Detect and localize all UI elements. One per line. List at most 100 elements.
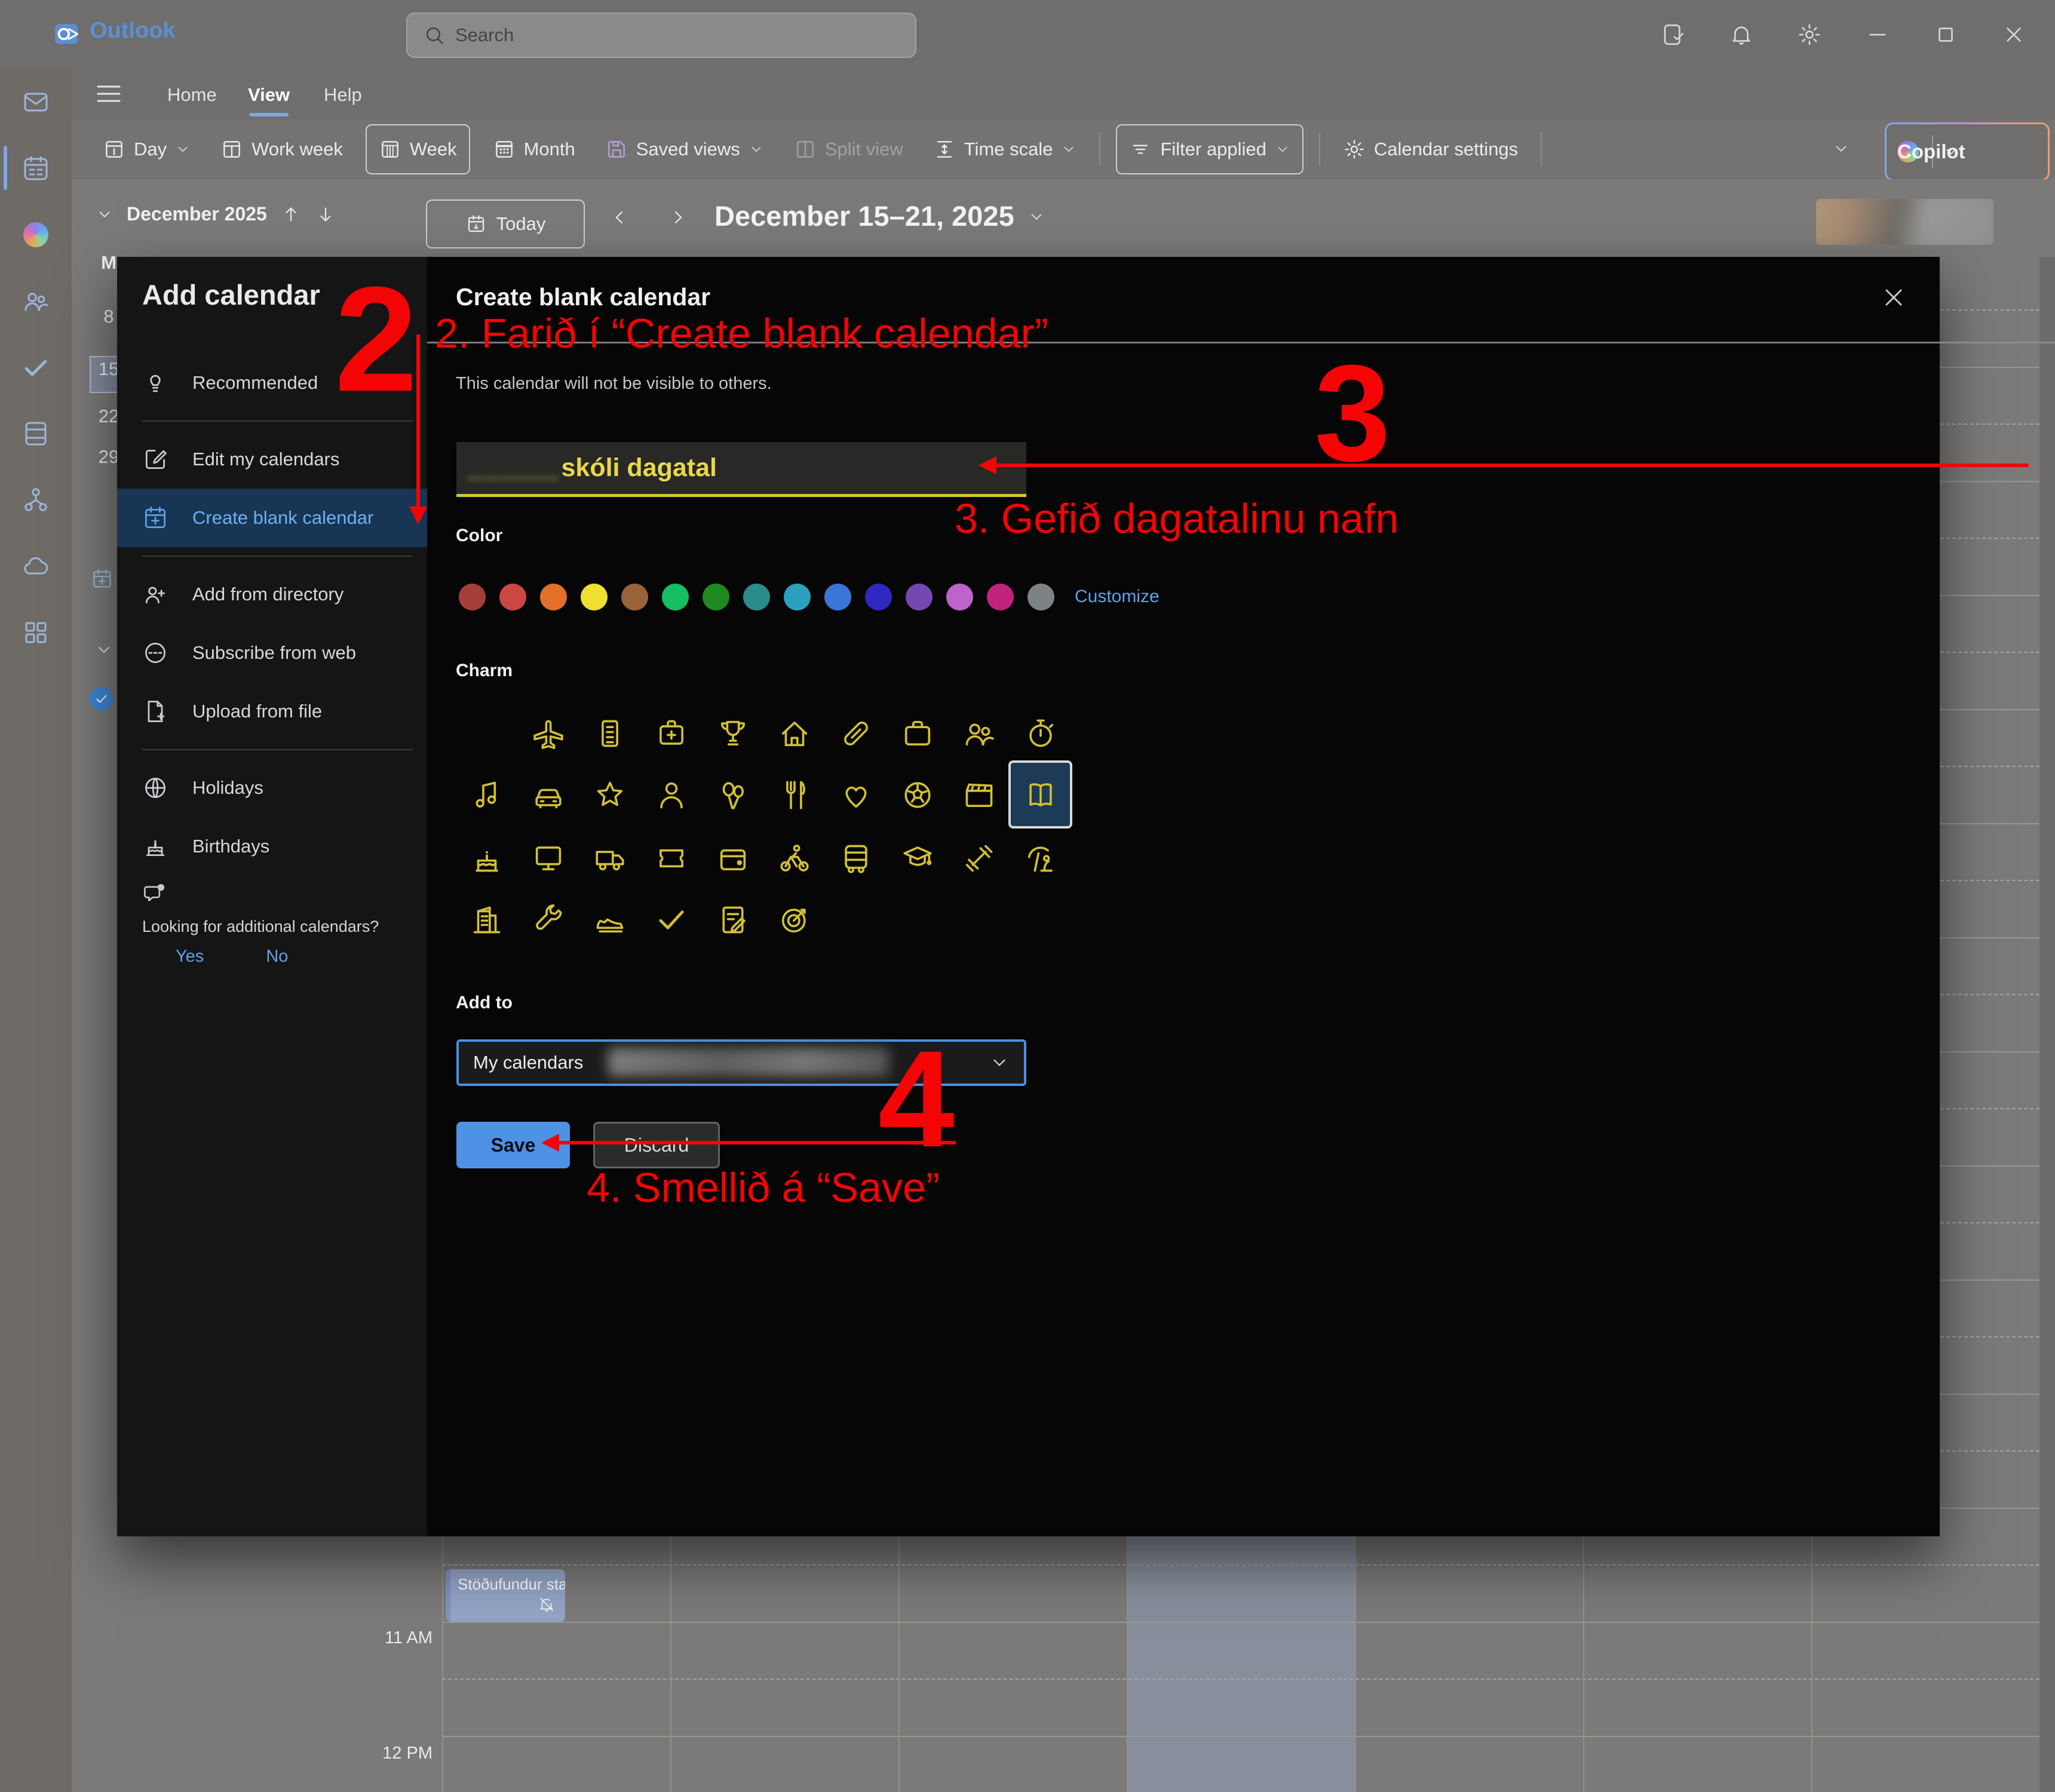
charm-clapperboard-icon[interactable] bbox=[948, 764, 1010, 826]
charm-bus-icon[interactable] bbox=[825, 827, 887, 889]
scrollbar[interactable] bbox=[2039, 257, 2055, 1792]
tab-view[interactable]: View bbox=[248, 77, 290, 113]
copilot-button[interactable]: Copilot bbox=[1885, 122, 2050, 181]
charm-star-icon[interactable] bbox=[579, 764, 640, 826]
toolbar-saved-views-button[interactable]: Saved views bbox=[598, 125, 771, 173]
charm-shoe-icon[interactable] bbox=[579, 889, 640, 950]
tab-home[interactable]: Home bbox=[167, 77, 217, 113]
color-swatch[interactable] bbox=[946, 584, 973, 610]
charm-building-icon[interactable] bbox=[456, 889, 517, 950]
charm-truck-icon[interactable] bbox=[579, 827, 640, 889]
color-swatch[interactable] bbox=[581, 584, 608, 610]
search-input[interactable]: Search bbox=[406, 13, 916, 58]
calendar-event[interactable]: Stöðufundur stafræ bbox=[446, 1569, 565, 1622]
charm-dining-icon[interactable] bbox=[763, 764, 825, 826]
customize-link[interactable]: Customize bbox=[1075, 587, 1160, 607]
charm-people-icon[interactable] bbox=[948, 702, 1010, 764]
charm-soccer-icon[interactable] bbox=[887, 764, 948, 826]
close-icon[interactable] bbox=[1879, 283, 1908, 312]
toolbar-week-button[interactable]: Week bbox=[366, 124, 470, 174]
color-swatch[interactable] bbox=[662, 584, 689, 610]
charm-car-icon[interactable] bbox=[517, 764, 579, 826]
charm-wrench-icon[interactable] bbox=[517, 889, 579, 950]
charm-ticket-icon[interactable] bbox=[640, 827, 702, 889]
charm-book-icon[interactable] bbox=[1010, 762, 1071, 827]
date-range-title[interactable]: December 15–21, 2025 bbox=[714, 200, 1045, 232]
toolbar-time-scale-button[interactable]: Time scale bbox=[926, 125, 1084, 173]
tasks-icon[interactable] bbox=[1661, 22, 1686, 47]
minimize-icon[interactable] bbox=[1865, 22, 1890, 47]
add-calendar-icon[interactable] bbox=[91, 567, 114, 590]
chevron-down-icon[interactable] bbox=[96, 205, 114, 223]
discard-button[interactable]: Discard bbox=[593, 1122, 720, 1168]
charm-notepad-icon[interactable] bbox=[579, 702, 640, 764]
color-swatch[interactable] bbox=[1028, 584, 1054, 610]
charm-wallet-icon[interactable] bbox=[702, 827, 763, 889]
rail-calendar[interactable] bbox=[0, 135, 72, 201]
charm-beach-icon[interactable] bbox=[1010, 827, 1071, 889]
charm-stopwatch-icon[interactable] bbox=[1010, 702, 1071, 764]
charm-trophy-icon[interactable] bbox=[702, 702, 763, 764]
charm-graduation-icon[interactable] bbox=[887, 827, 948, 889]
toolbar-calendar-settings-button[interactable]: Calendar settings bbox=[1336, 125, 1525, 173]
toolbar-month-button[interactable]: Month bbox=[486, 125, 582, 173]
charm-airplane-icon[interactable] bbox=[517, 702, 579, 764]
calendar-name-input[interactable]: ______ skóli dagatal bbox=[456, 442, 1026, 497]
color-swatch[interactable] bbox=[743, 584, 770, 610]
color-swatch[interactable] bbox=[987, 584, 1014, 610]
prev-week-icon[interactable] bbox=[609, 207, 631, 228]
charm-pill-icon[interactable] bbox=[825, 702, 887, 764]
sidebar-item-birthdays[interactable]: Birthdays bbox=[117, 817, 427, 876]
color-swatch[interactable] bbox=[499, 584, 526, 610]
charm-target-icon[interactable] bbox=[763, 889, 825, 950]
hamburger-icon[interactable] bbox=[94, 79, 123, 108]
collapse-ribbon-button[interactable] bbox=[1823, 123, 1859, 174]
sidebar-item-upload-from-file[interactable]: Upload from file bbox=[117, 682, 427, 741]
sidebar-item-holidays[interactable]: Holidays bbox=[117, 759, 427, 817]
color-swatch[interactable] bbox=[459, 584, 486, 610]
rail-people[interactable] bbox=[0, 268, 72, 334]
color-swatch[interactable] bbox=[621, 584, 648, 610]
today-button[interactable]: Today bbox=[426, 200, 585, 248]
charm-home-icon[interactable] bbox=[763, 702, 825, 764]
color-swatch[interactable] bbox=[703, 584, 729, 610]
rail-copilot[interactable] bbox=[0, 201, 72, 268]
charm-first-aid-icon[interactable] bbox=[640, 702, 702, 764]
rail-apps[interactable] bbox=[0, 599, 72, 665]
color-swatch[interactable] bbox=[540, 584, 567, 610]
color-swatch[interactable] bbox=[784, 584, 811, 610]
charm-person-icon[interactable] bbox=[640, 764, 702, 826]
feedback-yes-link[interactable]: Yes bbox=[176, 947, 204, 966]
chevron-down-icon[interactable] bbox=[94, 640, 114, 659]
toolbar-filter-applied-button[interactable]: Filter applied bbox=[1116, 124, 1303, 174]
charm-monitor-icon[interactable] bbox=[517, 827, 579, 889]
toolbar-day-button[interactable]: Day bbox=[96, 125, 198, 173]
toolbar-work-week-button[interactable]: Work week bbox=[213, 125, 350, 173]
calendar-checkbox[interactable] bbox=[90, 687, 114, 711]
color-swatch[interactable] bbox=[824, 584, 851, 610]
sidebar-item-add-from-directory[interactable]: Add from directory bbox=[117, 565, 427, 624]
charm-dumbbell-icon[interactable] bbox=[948, 827, 1010, 889]
sidebar-item-subscribe-from-web[interactable]: Subscribe from web bbox=[117, 624, 427, 682]
charm-briefcase-icon[interactable] bbox=[887, 702, 948, 764]
next-month-icon[interactable] bbox=[315, 204, 336, 225]
sidebar-item-create-blank-calendar[interactable]: Create blank calendar bbox=[117, 489, 427, 547]
user-avatar[interactable] bbox=[1816, 199, 1993, 245]
rail-mail[interactable] bbox=[0, 69, 72, 135]
color-swatch[interactable] bbox=[865, 584, 892, 610]
charm-clipboard-icon[interactable] bbox=[702, 889, 763, 950]
feedback-no-link[interactable]: No bbox=[266, 947, 288, 966]
sidebar-item-edit-my-calendars[interactable]: Edit my calendars bbox=[117, 430, 427, 489]
charm-balloons-icon[interactable] bbox=[702, 764, 763, 826]
color-swatch[interactable] bbox=[906, 584, 933, 610]
prev-month-icon[interactable] bbox=[280, 204, 302, 225]
mini-calendar-month[interactable]: December 2025 bbox=[127, 203, 267, 225]
rail-todo[interactable] bbox=[0, 334, 72, 400]
bell-icon[interactable] bbox=[1729, 22, 1754, 47]
charm-cyclist-icon[interactable] bbox=[763, 827, 825, 889]
tab-help[interactable]: Help bbox=[324, 77, 362, 113]
charm-music-icon[interactable] bbox=[456, 764, 517, 826]
charm-heart-icon[interactable] bbox=[825, 764, 887, 826]
next-week-icon[interactable] bbox=[667, 207, 688, 228]
charm-cake-icon[interactable] bbox=[456, 827, 517, 889]
